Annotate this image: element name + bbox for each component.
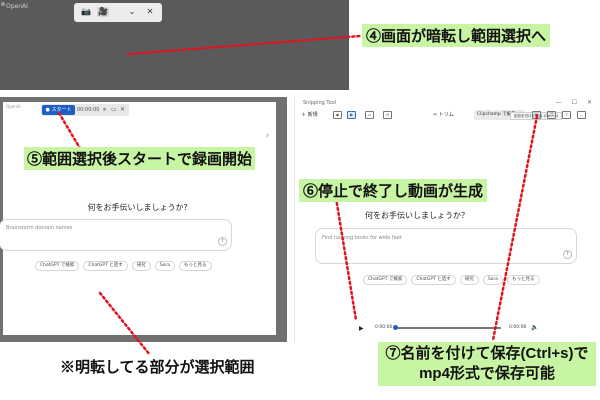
arrow-step4 [126,34,362,56]
step6-label: ⑥停止で終了し動画が生成 [299,179,488,202]
step7-label-line1: ⑦名前を付けて保存(Ctrl+s)で [385,345,589,362]
arrow-footer [98,291,152,357]
step7-label: ⑦名前を付けて保存(Ctrl+s)で mp4形式で保存可能 [378,342,596,386]
step7-label-line2: mp4形式で保存可能 [419,365,555,382]
step5-label: ⑤範囲選択後スタートで録画開始 [24,147,256,170]
step4-label: ④画面が暗転し範囲選択へ [362,24,551,47]
range-note: ※明転してる部分が選択範囲 [60,359,255,376]
arrow-step6 [334,196,358,322]
arrow-step5 [57,111,83,152]
arrow-step7 [491,114,539,342]
